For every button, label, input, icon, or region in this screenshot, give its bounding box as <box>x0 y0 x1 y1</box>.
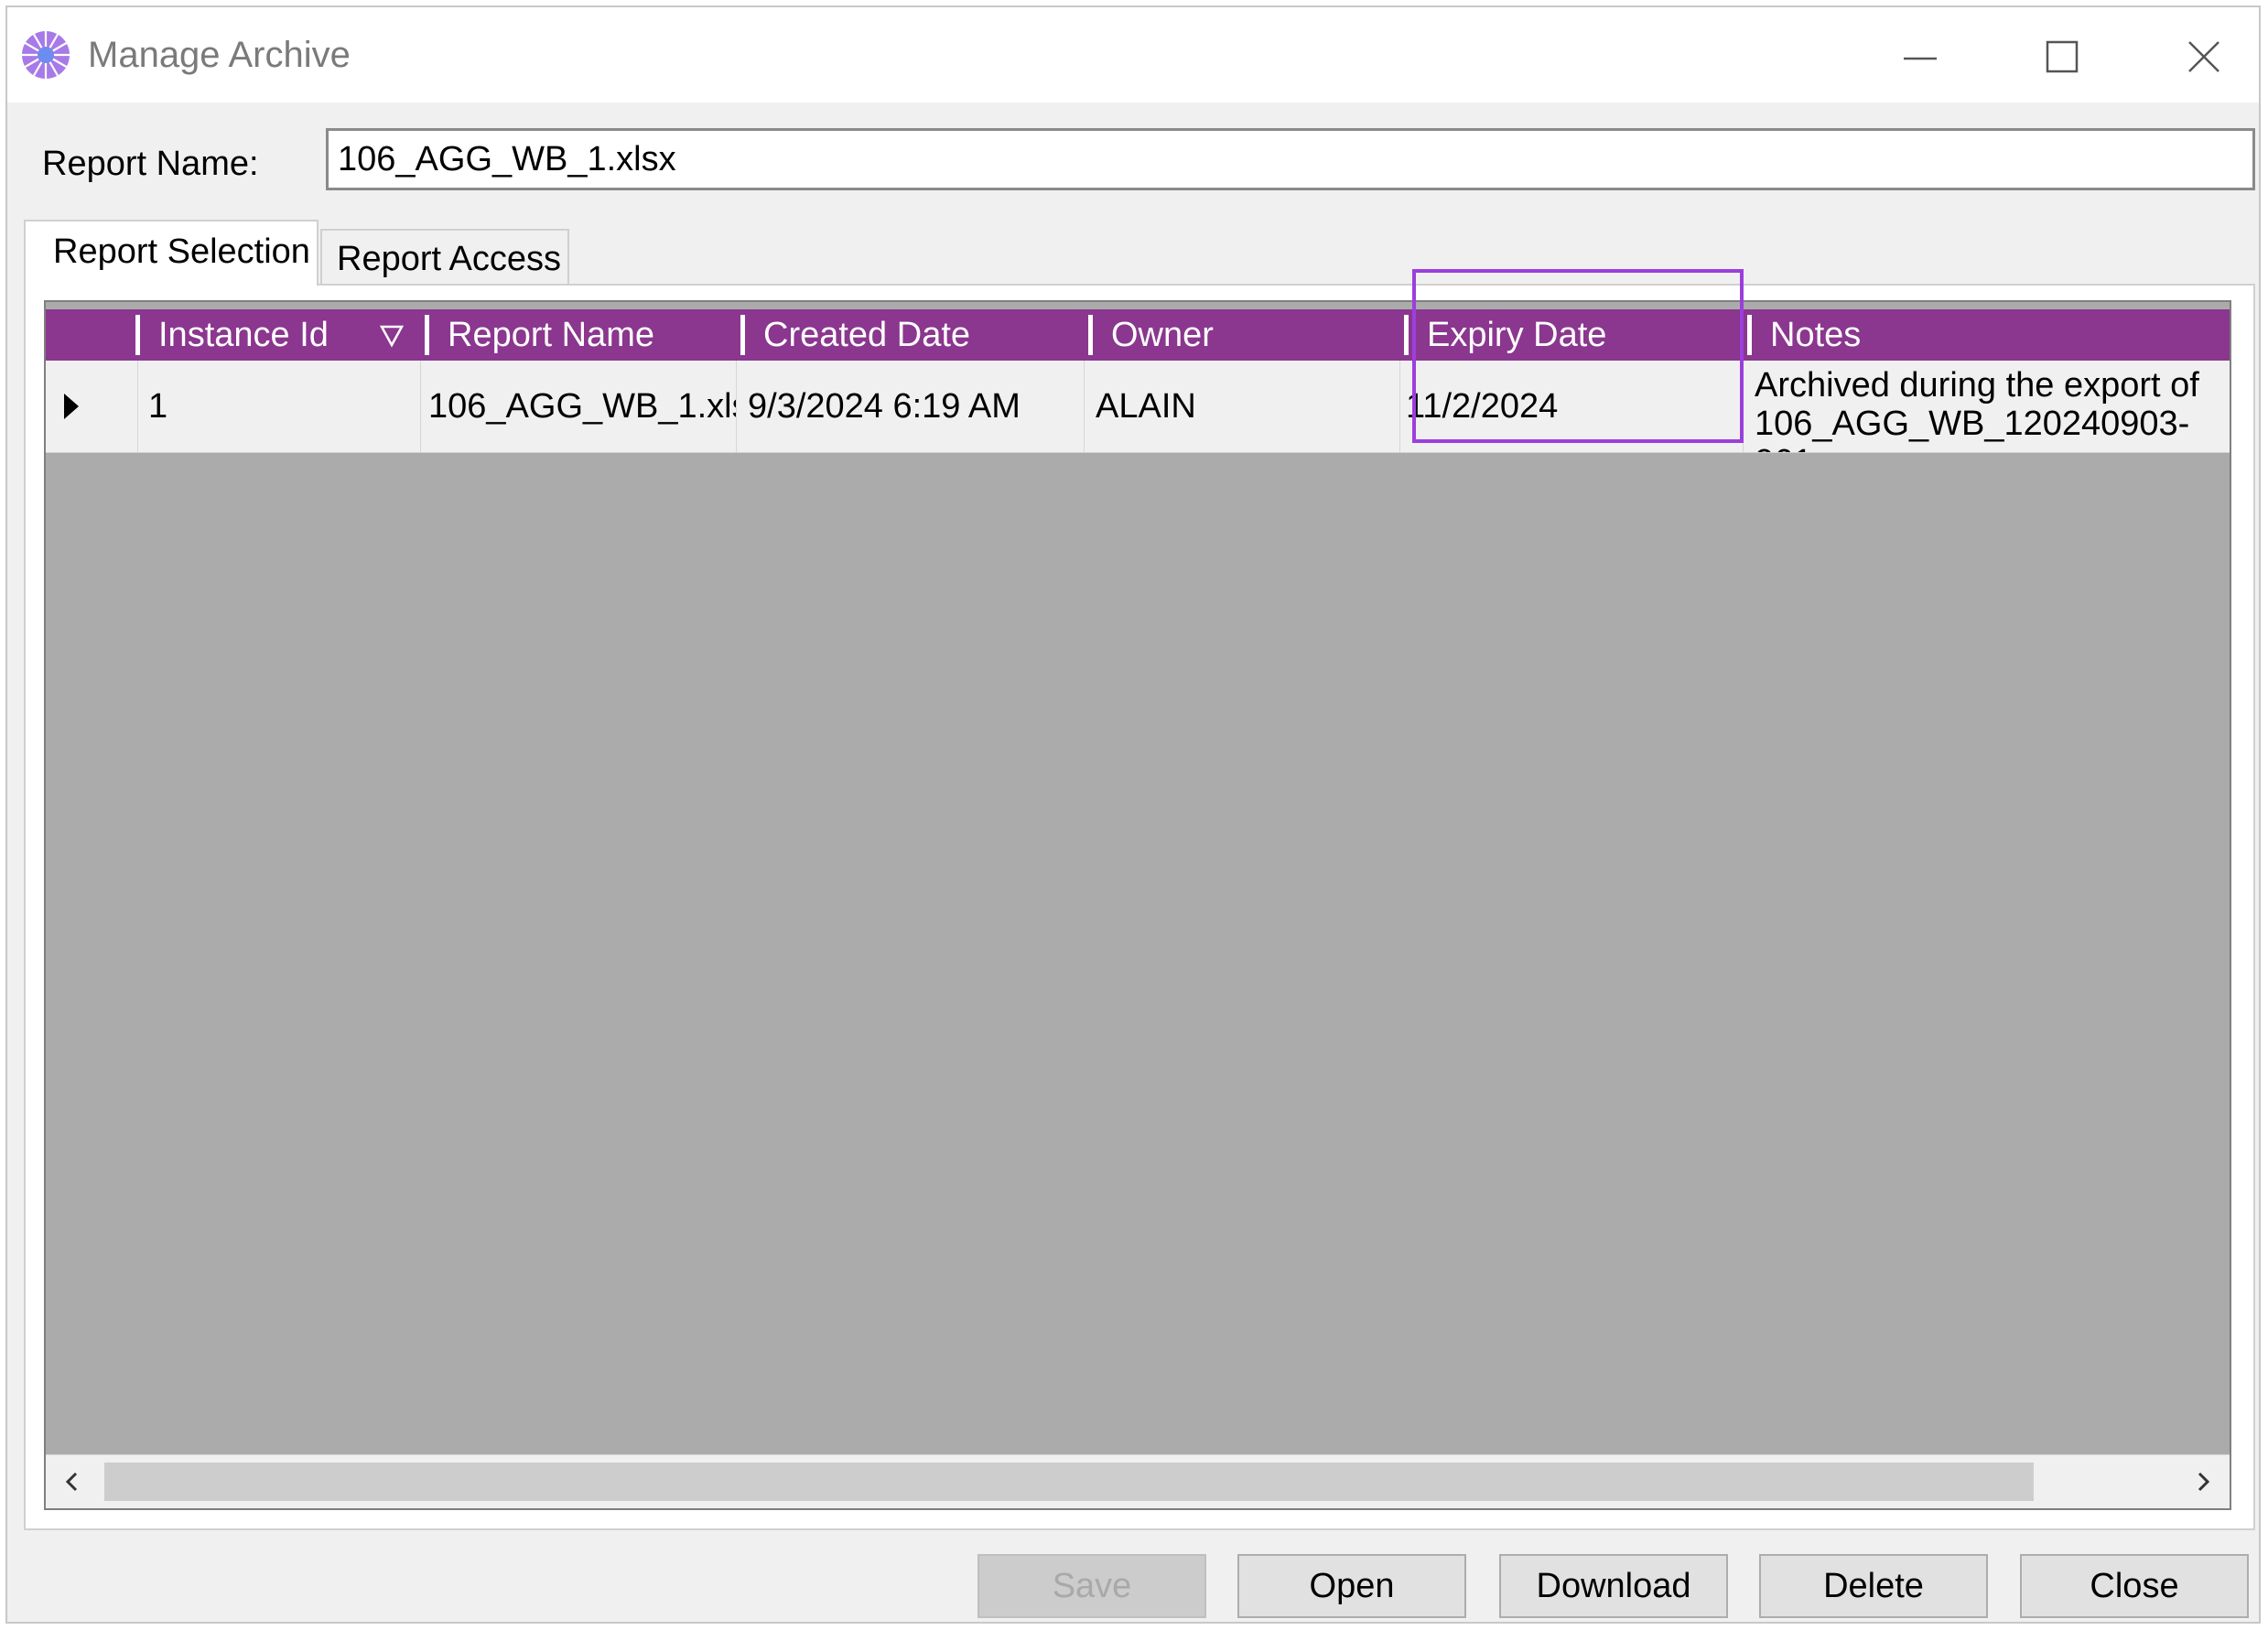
header-created-date[interactable]: Created Date <box>745 309 1088 361</box>
cell-instance-id[interactable]: 1 <box>137 361 421 452</box>
download-button[interactable]: Download <box>1499 1554 1728 1618</box>
tab-report-access[interactable]: Report Access <box>320 229 569 286</box>
close-window-button[interactable] <box>2149 20 2259 93</box>
header-expiry-date[interactable]: Expiry Date <box>1409 309 1747 361</box>
row-selector[interactable] <box>46 361 138 452</box>
header-instance-id-label: Instance Id <box>158 316 329 354</box>
tab-report-selection[interactable]: Report Selection <box>24 220 319 286</box>
open-button[interactable]: Open <box>1237 1554 1466 1618</box>
grid-header: Instance Id Report Name Created Date Own… <box>46 309 2230 361</box>
maximize-icon <box>2046 40 2079 73</box>
cell-report-name[interactable]: 106_AGG_WB_1.xlsx <box>421 361 737 452</box>
report-name-label: Report Name: <box>42 145 259 183</box>
cell-expiry-date[interactable]: 11/2/2024 <box>1400 361 1744 452</box>
cell-owner[interactable]: ALAIN <box>1085 361 1400 452</box>
minimize-button[interactable] <box>1865 20 1975 93</box>
current-row-arrow-icon <box>64 394 79 419</box>
title-bar: Manage Archive <box>7 7 2259 103</box>
header-report-name[interactable]: Report Name <box>429 309 740 361</box>
save-button[interactable]: Save <box>977 1554 1206 1618</box>
manage-archive-window: Manage Archive Report Name: Report Selec… <box>5 5 2261 1624</box>
cell-notes[interactable]: Archived during the export of 106_AGG_WB… <box>1744 361 2230 452</box>
table-row[interactable]: 1 106_AGG_WB_1.xlsx 9/3/2024 6:19 AM ALA… <box>46 361 2230 453</box>
header-owner[interactable]: Owner <box>1093 309 1404 361</box>
sort-triangle-icon[interactable] <box>379 324 405 348</box>
close-button[interactable]: Close <box>2020 1554 2249 1618</box>
maximize-button[interactable] <box>2007 20 2117 93</box>
scroll-right-button[interactable] <box>2176 1455 2230 1508</box>
report-name-input[interactable] <box>326 128 2255 190</box>
horizontal-scrollbar[interactable] <box>46 1454 2230 1508</box>
minimize-icon <box>1904 57 1937 60</box>
delete-button[interactable]: Delete <box>1759 1554 1988 1618</box>
scroll-left-button[interactable] <box>46 1455 99 1508</box>
archive-grid[interactable]: Instance Id Report Name Created Date Own… <box>44 300 2231 1510</box>
chevron-left-icon <box>65 1472 78 1492</box>
header-notes[interactable]: Notes <box>1752 309 2228 361</box>
window-title: Manage Archive <box>88 35 351 75</box>
chevron-right-icon <box>2198 1472 2210 1492</box>
app-logo-icon <box>22 31 70 79</box>
close-icon <box>2188 41 2219 72</box>
scrollbar-thumb[interactable] <box>104 1463 2034 1501</box>
header-instance-id[interactable]: Instance Id <box>140 309 415 361</box>
cell-created-date[interactable]: 9/3/2024 6:19 AM <box>737 361 1085 452</box>
